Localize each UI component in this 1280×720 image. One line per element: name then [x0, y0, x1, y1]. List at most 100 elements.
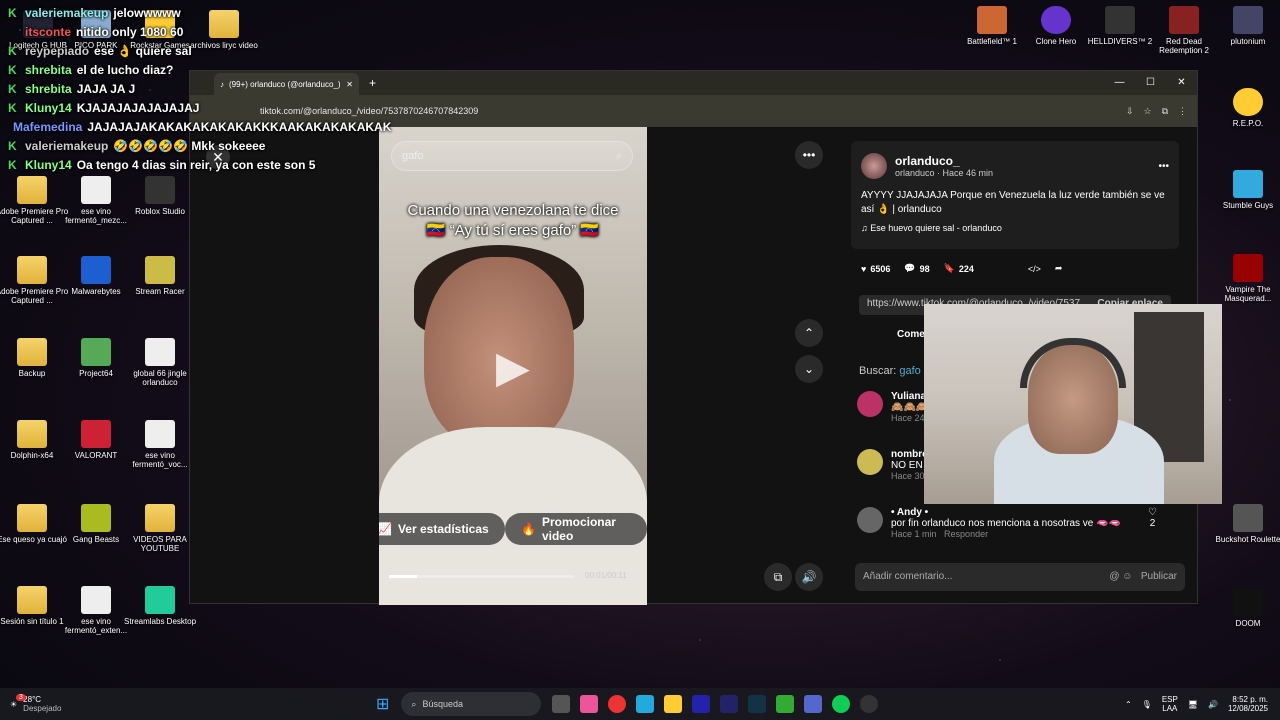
desktop-icon[interactable]: global 66 jingle orlanduco	[122, 338, 198, 387]
comment-input[interactable]: Añadir comentario... @ ☺ Publicar	[855, 563, 1185, 591]
clock[interactable]: 8:52 p. m. 12/08/2025	[1228, 695, 1268, 713]
search-icon: ⌕	[411, 698, 417, 709]
emoji-icon[interactable]: ☺	[1122, 571, 1132, 582]
more-icon[interactable]: •••	[1158, 161, 1169, 172]
chat-message: K Kluny14 KJAJAJAJAJAJAJAJ	[8, 101, 200, 115]
share-icon[interactable]: ➦	[1055, 263, 1063, 274]
comment-icon: 💬	[904, 263, 916, 273]
promote-button[interactable]: 🔥 Promocionar video	[505, 513, 647, 545]
desktop-icon[interactable]: R.E.P.O.	[1210, 88, 1280, 128]
engagement-row: ♥ 6506 💬 98 🔖 224 </> ➦	[861, 263, 1062, 274]
save-button[interactable]: 🔖 224	[944, 263, 974, 274]
chrome-icon[interactable]	[608, 695, 627, 713]
video-time: 00:01/00:11	[585, 571, 627, 580]
next-video-button[interactable]: ⌄	[795, 355, 823, 383]
video-caption: Cuando una venezolana te dice 🇻🇪 “Ay tú s…	[407, 202, 619, 239]
post-subline: orlanduco · Hace 46 min	[895, 168, 994, 178]
obs-icon[interactable]	[860, 695, 879, 713]
chat-message: itsconte nitido only 1080 60	[25, 25, 184, 39]
url-field[interactable]: tiktok.com/@orlanduco_/video/75378702467…	[260, 106, 1116, 116]
weather-icon: ☀ 3	[10, 693, 26, 709]
more-options-icon[interactable]: •••	[795, 141, 823, 169]
chevron-up-icon[interactable]: ⌃	[1125, 700, 1132, 709]
xbox-icon[interactable]	[776, 695, 795, 713]
comment-item: • Andy • por fin orlanduco nos menciona a…	[857, 507, 1157, 539]
pip-icon[interactable]: ⧉	[764, 563, 792, 591]
install-icon[interactable]: ⇩	[1126, 106, 1134, 117]
desktop-icon[interactable]: ese vino fermentó_voc...	[122, 420, 198, 469]
video-search-input[interactable]: gafo ⌕	[391, 141, 633, 171]
search-icon[interactable]: ⌕	[616, 150, 622, 163]
extensions-icon[interactable]: ⧉	[1162, 106, 1168, 117]
steam-icon[interactable]	[748, 695, 767, 713]
mention-icon[interactable]: @	[1109, 571, 1119, 582]
flame-icon: 🔥	[521, 522, 536, 536]
chat-message: Kvaleriemakeup 🤣🤣🤣🤣🤣 Mkk sokeeee	[8, 139, 266, 153]
menu-icon[interactable]: ⋮	[1178, 106, 1187, 117]
weather-widget[interactable]: ☀ 3 28°C Despejado	[10, 693, 370, 713]
taskview-icon[interactable]	[552, 695, 571, 713]
stats-button[interactable]: 📈 Ver estadísticas	[379, 513, 505, 545]
post-card: orlanduco_ orlanduco · Hace 46 min ••• A…	[851, 141, 1179, 249]
avatar[interactable]	[857, 391, 883, 417]
audition-icon[interactable]	[720, 695, 739, 713]
chart-icon: 📈	[379, 522, 392, 536]
minimize-button[interactable]: —	[1104, 71, 1135, 95]
webcam-overlay	[924, 304, 1222, 504]
premiere-icon[interactable]	[692, 695, 711, 713]
start-icon[interactable]: ⊞	[376, 694, 389, 714]
bookmark-star-icon[interactable]: ☆	[1143, 106, 1151, 117]
desktop-icon[interactable]: Streamlabs Desktop	[122, 586, 198, 626]
bookmark-icon: 🔖	[943, 263, 955, 273]
volume-icon[interactable]: 🔊	[795, 563, 823, 591]
edge-icon[interactable]	[636, 695, 655, 713]
maximize-button[interactable]: ☐	[1135, 71, 1166, 95]
play-icon[interactable]: ▶	[496, 342, 530, 393]
post-description: AYYYY JJAJAJAJA Porque en Venezuela la l…	[861, 190, 1165, 215]
post-username[interactable]: orlanduco_	[895, 154, 993, 168]
explorer-icon[interactable]	[664, 695, 683, 713]
comment-button[interactable]: 💬 98	[904, 263, 929, 274]
window-controls: — ☐ ✕	[1104, 71, 1197, 95]
chat-message: Kreypepiado ese 👌 quiere sal	[8, 44, 192, 58]
embed-icon[interactable]: </>	[1028, 264, 1041, 274]
headset-shape	[1020, 338, 1126, 388]
desktop-icon[interactable]: DOOM	[1210, 588, 1280, 628]
search-context: Buscar: gafo	[859, 365, 921, 377]
system-tray: ⌃ 🎙 ESP LAA 🖥 🔊 8:52 p. m. 12/08/2025	[1125, 695, 1268, 713]
chat-message: K Kluny14 Oa tengo 4 dias sin reir, ya con…	[8, 158, 316, 172]
chat-message: Kshrebita el de lucho diaz?	[8, 63, 174, 77]
taskbar-search[interactable]: ⌕ Búsqueda	[401, 692, 542, 716]
desktop-icon[interactable]: Stream Racer	[122, 256, 198, 296]
language-indicator[interactable]: ESP LAA	[1162, 695, 1178, 713]
comment-like-icon[interactable]: ♡	[1148, 507, 1157, 518]
avatar[interactable]	[861, 153, 887, 179]
stream-chat-overlay: Kvaleriemakeup jelowwwww itsconte nitido o…	[8, 4, 392, 175]
desktop-icon[interactable]: VIDEOS PARA YOUTUBE	[122, 504, 198, 553]
mic-icon[interactable]: 🎙	[1142, 700, 1152, 709]
reply-button[interactable]: Responder	[944, 529, 988, 539]
like-button[interactable]: ♥ 6506	[861, 264, 890, 274]
desktop-icon[interactable]: Stumble Guys	[1210, 170, 1280, 210]
desktop-icon[interactable]: Buckshot Roulette	[1210, 504, 1280, 544]
volume-icon[interactable]: 🔊	[1208, 700, 1218, 709]
avatar[interactable]	[857, 449, 883, 475]
post-sound[interactable]: ♫ Ese huevo quiere sal - orlanduco	[861, 223, 1169, 233]
publish-button[interactable]: Publicar	[1141, 571, 1177, 582]
chat-message: Mafemedina JAJAJAJAKAKAKAKAKAKAKKKAAKAKAK…	[13, 120, 392, 134]
heart-icon: ♥	[861, 263, 867, 274]
avatar[interactable]	[857, 507, 883, 533]
desktop-icon[interactable]: Roblox Studio	[122, 176, 198, 216]
network-icon[interactable]: 🖥	[1188, 700, 1198, 709]
teams-icon[interactable]	[804, 695, 823, 713]
chat-message: Kvaleriemakeup jelowwwww	[8, 6, 181, 20]
close-window-button[interactable]: ✕	[1166, 71, 1197, 95]
chat-message: Kshrebita JAJA JA J	[8, 82, 136, 96]
video-player[interactable]: gafo ⌕ Cuando una venezolana te dice 🇻🇪 “A…	[379, 127, 647, 605]
desktop-icon[interactable]: Vampire The Masquerad...	[1210, 254, 1280, 303]
spotify-icon[interactable]	[832, 695, 851, 713]
copilot-icon[interactable]	[580, 695, 599, 713]
previous-video-button[interactable]: ⌃	[795, 319, 823, 347]
desktop-icon[interactable]: plutonium	[1210, 6, 1280, 46]
video-progress-bar[interactable]	[389, 575, 574, 578]
